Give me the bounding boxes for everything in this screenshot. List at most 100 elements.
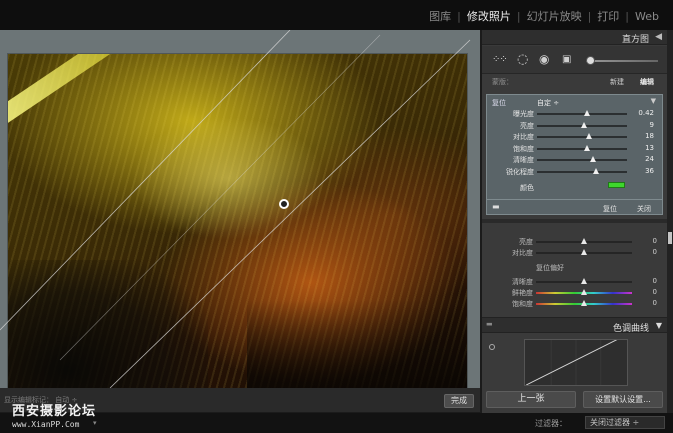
target-adjust-icon[interactable] — [489, 344, 495, 350]
scrollbar-thumb[interactable] — [668, 232, 672, 244]
slider-knob[interactable] — [581, 300, 587, 306]
red-eye-icon[interactable]: ◉ — [539, 53, 549, 65]
graduated-filter-icon[interactable]: ▣ — [562, 54, 571, 65]
color-swatch[interactable] — [608, 182, 625, 188]
slider-value[interactable]: 18 — [645, 132, 654, 140]
effect-preset-select[interactable]: 自定 ÷ — [537, 98, 559, 108]
slider-knob[interactable] — [583, 110, 590, 116]
slider-row: 清晰度 0 — [482, 276, 667, 287]
slider-label: 饱和度 — [512, 300, 533, 308]
slider-knob[interactable] — [581, 249, 587, 255]
image-viewer[interactable] — [0, 30, 480, 388]
collapse-arrow-icon[interactable]: ◀ — [655, 32, 662, 42]
adjust-footer: ▬ 复位 关闭 — [487, 199, 662, 214]
slider-row: 亮度 9 — [487, 120, 664, 131]
slider-value[interactable]: 0 — [653, 277, 657, 285]
toggle-switch-icon[interactable]: ▬ — [492, 202, 500, 211]
expand-arrow-icon[interactable]: ▼ — [656, 321, 662, 330]
slider-value[interactable]: 0 — [653, 299, 657, 307]
slider-row: 饱和度 13 — [487, 143, 664, 154]
status-bar: ▾ 过滤器： 关闭过滤器 ÷ — [0, 413, 673, 433]
slider-label: 亮度 — [520, 121, 534, 130]
slider-value[interactable]: 0 — [653, 248, 657, 256]
effect-label: 复位 — [492, 99, 506, 107]
slider-label: 锐化程度 — [506, 167, 534, 176]
slider-track[interactable] — [537, 136, 627, 138]
previous-button[interactable]: 上一张 — [486, 391, 576, 408]
slider-label: 清晰度 — [512, 278, 533, 286]
module-develop[interactable]: 修改照片 — [461, 8, 517, 24]
slider-knob[interactable] — [586, 133, 593, 139]
slider-row: 对比度 0 — [482, 247, 667, 258]
presence-title: 复位偏好 — [536, 264, 564, 272]
done-button[interactable]: 完成 — [444, 394, 474, 408]
dropdown-arrow-icon[interactable]: ▼ — [651, 97, 656, 105]
slider-label: 清晰度 — [513, 156, 534, 164]
filter-pin-handle[interactable] — [279, 199, 289, 209]
slider-row: 饱和度 0 — [482, 298, 667, 309]
basic-adjustments: 亮度 0 对比度 0 复位偏好 清晰度 0 鲜艳度 0 饱和度 0 — [482, 226, 667, 322]
slider-knob[interactable] — [584, 144, 591, 151]
slider-label: 对比度 — [513, 133, 534, 141]
mask-row: 蒙版： 新建 编辑 — [482, 75, 667, 89]
watermark: 西安摄影论坛 www.XianPP.Com — [12, 400, 96, 429]
photo-shadow — [8, 260, 208, 388]
panel-switch-icon[interactable]: ▬ — [486, 320, 493, 328]
histogram-title: 直方图 — [621, 35, 649, 45]
panel-scrollbar[interactable] — [667, 30, 673, 413]
slider-label: 鲜艳度 — [512, 289, 533, 297]
slider-knob[interactable] — [580, 121, 587, 128]
module-slideshow[interactable]: 幻灯片放映 — [521, 8, 588, 24]
photo-shadow — [247, 300, 467, 388]
slider-knob[interactable] — [581, 289, 587, 295]
photo-preview[interactable] — [7, 53, 468, 388]
histogram-header[interactable]: 直方图 ◀ — [482, 30, 667, 45]
slider-knob[interactable] — [581, 238, 587, 244]
slider-row: 清晰度 24 — [487, 154, 664, 165]
slider-value[interactable]: 0 — [653, 237, 657, 245]
slider-knob[interactable] — [581, 278, 587, 284]
spot-removal-icon[interactable]: ◌ — [517, 53, 528, 66]
module-picker: 图库 | 修改照片 | 幻灯片放映 | 打印 | Web — [423, 8, 665, 24]
slider-value[interactable]: 0.42 — [638, 109, 654, 117]
slider-track[interactable] — [537, 113, 627, 115]
reset-button[interactable]: 复位 — [603, 204, 617, 214]
slider-row: 曝光度 0.42 — [487, 108, 664, 119]
mask-edit-button[interactable]: 编辑 — [640, 77, 654, 87]
filter-select[interactable]: 关闭过滤器 ÷ — [585, 416, 665, 429]
module-library[interactable]: 图库 — [423, 8, 457, 24]
brush-slider-knob[interactable] — [586, 56, 595, 65]
slider-row: 鲜艳度 0 — [482, 287, 667, 298]
color-row: 颜色 — [487, 182, 664, 192]
tone-curve-graph[interactable] — [524, 339, 628, 386]
slider-knob[interactable] — [589, 156, 596, 162]
color-label: 颜色 — [520, 184, 534, 192]
slider-value[interactable]: 0 — [653, 288, 657, 296]
slider-knob[interactable] — [593, 167, 600, 174]
module-print[interactable]: 打印 — [591, 8, 625, 24]
tone-curve-title: 色调曲线 — [612, 324, 649, 334]
crop-overlay-icon[interactable]: ⁘⁘ — [492, 54, 508, 65]
module-web[interactable]: Web — [629, 10, 665, 23]
slider-label: 亮度 — [519, 238, 533, 246]
slider-value[interactable]: 36 — [645, 167, 654, 175]
module-bar: 图库 | 修改照片 | 幻灯片放映 | 打印 | Web — [0, 0, 673, 30]
slider-row: 对比度 18 — [487, 131, 664, 142]
slider-track[interactable] — [537, 147, 627, 150]
brush-slider-track[interactable] — [586, 60, 658, 62]
tone-curve-header[interactable]: ▬ 色调曲线 ▼ — [482, 317, 667, 334]
slider-label: 对比度 — [512, 249, 533, 257]
slider-value[interactable]: 24 — [645, 155, 654, 163]
watermark-title: 西安摄影论坛 — [12, 404, 97, 419]
slider-value[interactable]: 9 — [650, 121, 654, 129]
tool-strip: ⁘⁘ ◌ ◉ ▣ — [482, 46, 667, 74]
close-button[interactable]: 关闭 — [637, 204, 651, 214]
right-panel: 直方图 ◀ ⁘⁘ ◌ ◉ ▣ 蒙版： 新建 编辑 复位 自定 ÷ ▼ 曝光度 0.… — [482, 30, 667, 413]
set-default-button[interactable]: 设置默认设置... — [583, 391, 663, 408]
slider-row: 锐化程度 36 — [487, 166, 664, 177]
slider-track[interactable] — [537, 159, 627, 161]
slider-track[interactable] — [537, 170, 627, 173]
slider-value[interactable]: 13 — [645, 144, 654, 152]
panel-divider — [482, 219, 667, 223]
mask-new-button[interactable]: 新建 — [610, 77, 624, 87]
